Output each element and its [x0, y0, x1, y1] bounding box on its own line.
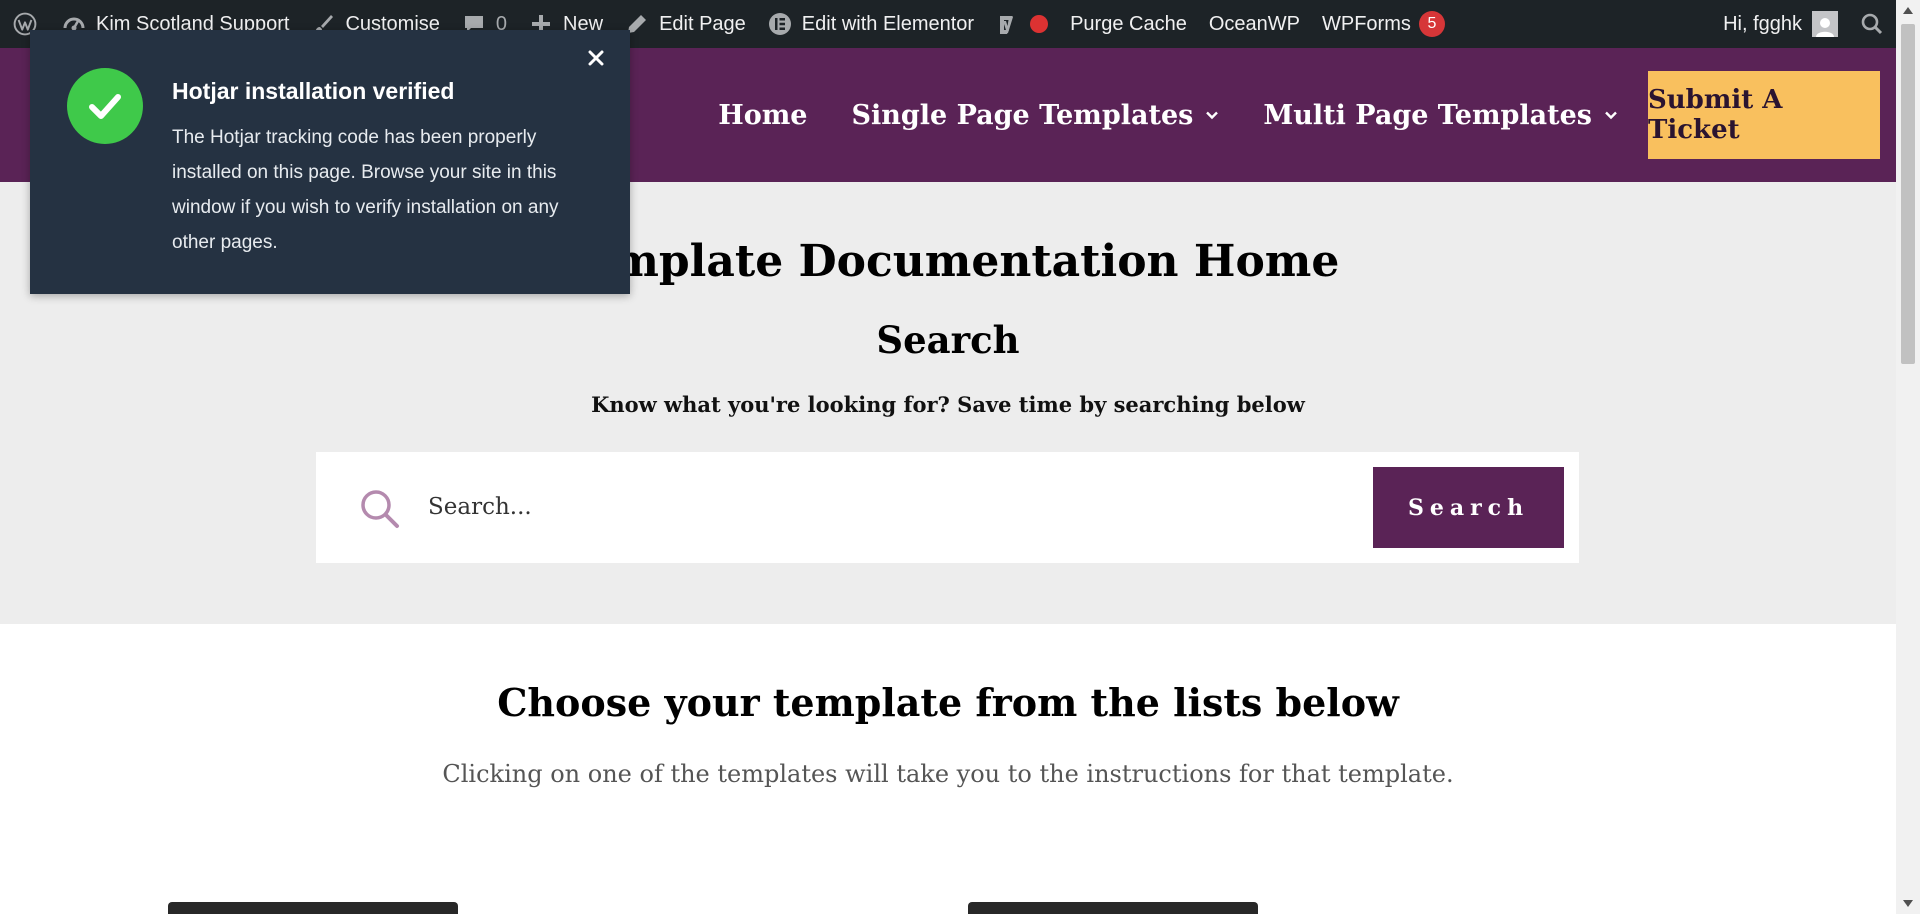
edit-page-link[interactable]: Edit Page: [614, 0, 757, 48]
admin-search-button[interactable]: [1849, 0, 1896, 48]
search-icon: [358, 487, 402, 531]
yoast-seo-menu[interactable]: [985, 0, 1059, 48]
check-circle-icon: [67, 68, 143, 144]
elementor-icon: [768, 12, 792, 36]
account-menu[interactable]: Hi, fgghk: [1712, 0, 1849, 48]
hotjar-title: Hotjar installation verified: [172, 78, 455, 104]
scrollbar-thumb[interactable]: [1901, 24, 1915, 364]
search-form: Search: [316, 452, 1579, 563]
wpforms-menu[interactable]: WPForms 5: [1311, 0, 1456, 48]
yoast-icon: [996, 12, 1020, 36]
submit-ticket-button[interactable]: Submit A Ticket: [1648, 71, 1880, 159]
cut-off-heading-left: [168, 902, 458, 914]
nav-home-label: Home: [718, 99, 808, 131]
page-scrollbar[interactable]: [1896, 0, 1920, 914]
admin-bar-secondary: Hi, fgghk: [1712, 0, 1896, 48]
close-icon[interactable]: [584, 46, 608, 70]
search-input[interactable]: [428, 482, 1268, 532]
search-subheading: Know what you're looking for? Save time …: [591, 392, 1305, 417]
search-button[interactable]: Search: [1373, 467, 1564, 548]
search-icon: [1860, 12, 1884, 36]
purge-cache-label: Purge Cache: [1070, 12, 1187, 35]
nav-multi-page-label: Multi Page Templates: [1263, 99, 1592, 131]
scroll-down-arrow-icon[interactable]: [1896, 894, 1920, 914]
hotjar-message: The Hotjar tracking code has been proper…: [172, 127, 559, 253]
hotjar-notification: Hotjar installation verified The Hotjar …: [30, 30, 630, 294]
main-navigation: Home Single Page Templates Multi Page Te…: [696, 48, 1896, 182]
nav-multi-page-templates[interactable]: Multi Page Templates: [1241, 100, 1640, 131]
cut-off-heading-right: [968, 902, 1258, 914]
nav-single-page-templates[interactable]: Single Page Templates: [829, 100, 1241, 131]
edit-elementor-link[interactable]: Edit with Elementor: [757, 0, 985, 48]
scroll-up-arrow-icon[interactable]: [1896, 0, 1920, 20]
greeting-label: Hi, fgghk: [1723, 12, 1802, 35]
wpforms-label: WPForms: [1322, 12, 1411, 35]
wpforms-count-badge: 5: [1418, 11, 1445, 37]
purge-cache-link[interactable]: Purge Cache: [1059, 0, 1198, 48]
oceanwp-label: OceanWP: [1208, 12, 1300, 35]
edit-page-label: Edit Page: [659, 12, 746, 35]
avatar: [1812, 11, 1838, 37]
templates-section: Choose your template from the lists belo…: [0, 624, 1896, 914]
edit-elementor-label: Edit with Elementor: [801, 12, 975, 35]
nav-home[interactable]: Home: [696, 100, 829, 131]
chevron-down-icon: [1205, 108, 1219, 122]
nav-single-page-label: Single Page Templates: [851, 99, 1194, 131]
oceanwp-menu[interactable]: OceanWP: [1198, 0, 1311, 48]
chevron-down-icon: [1604, 108, 1618, 122]
search-heading: Search: [876, 318, 1020, 362]
templates-subtext: Clicking on one of the templates will ta…: [442, 760, 1454, 788]
seo-status-dot: [1030, 15, 1049, 33]
templates-heading: Choose your template from the lists belo…: [497, 680, 1399, 725]
